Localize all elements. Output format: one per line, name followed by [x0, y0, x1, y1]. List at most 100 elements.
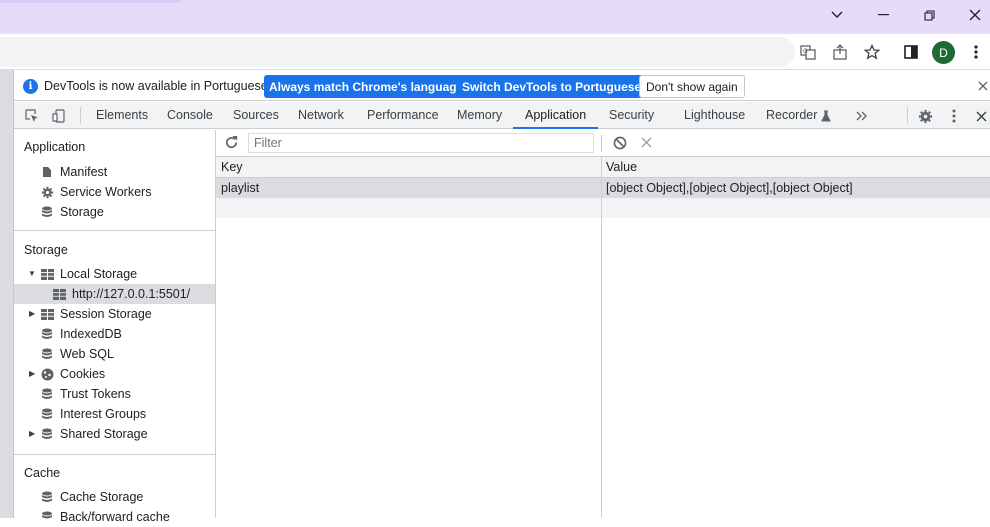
document-icon — [40, 165, 54, 179]
delete-selected-button[interactable] — [641, 137, 652, 148]
collapsed-arrow-icon[interactable]: ▶ — [29, 369, 37, 378]
info-icon: i — [23, 79, 38, 94]
sidebar-item-back-forward-cache[interactable]: Back/forward cache — [40, 507, 170, 527]
kebab-menu-icon — [974, 45, 978, 59]
share-button[interactable] — [828, 40, 852, 64]
sidebar-item-interest-groups[interactable]: Interest Groups — [40, 404, 146, 424]
tab-application[interactable]: Application — [513, 102, 599, 129]
sidebar-item-indexeddb[interactable]: IndexedDB — [40, 324, 122, 344]
always-match-language-button[interactable]: Always match Chrome's language — [264, 75, 469, 98]
close-devtools-button[interactable] — [972, 107, 990, 125]
tabbar-divider — [907, 107, 908, 124]
infobar-message: DevTools is now available in Portuguese! — [44, 79, 272, 93]
sidebar-item-label: Interest Groups — [60, 407, 147, 421]
table-row[interactable]: playlist [object Object],[object Object]… — [216, 178, 990, 198]
device-toolbar-button[interactable] — [50, 107, 68, 125]
sidebar-item-label: Session Storage — [60, 307, 152, 321]
inspect-icon — [25, 109, 38, 122]
tab-console[interactable]: Console — [167, 102, 213, 129]
sidebar-item-label: IndexedDB — [60, 327, 122, 341]
column-header-key[interactable]: Key — [221, 157, 243, 177]
sidebar-item-label: Cache Storage — [60, 490, 144, 504]
filter-input[interactable] — [248, 133, 594, 153]
profile-avatar[interactable]: D — [932, 41, 955, 64]
tab-security[interactable]: Security — [609, 102, 654, 129]
translate-icon: G — [800, 45, 816, 60]
devtools-settings-button[interactable] — [916, 107, 934, 125]
sidebar-item-cache-storage[interactable]: Cache Storage — [40, 487, 143, 507]
close-icon — [978, 81, 988, 91]
share-icon — [833, 44, 847, 60]
sidebar-item-local-origin[interactable]: http://127.0.0.1:5501/ — [14, 284, 215, 304]
empty-table-row[interactable] — [216, 198, 990, 218]
gear-icon — [40, 185, 54, 199]
sidebar-item-label: Service Workers — [60, 185, 152, 199]
sidebar-item-local-storage[interactable]: Local Storage — [40, 264, 137, 284]
browser-menu-button[interactable] — [964, 40, 988, 64]
minimize-icon — [877, 14, 889, 16]
database-icon — [40, 427, 54, 441]
column-divider — [601, 157, 602, 518]
gear-icon — [918, 109, 932, 123]
restore-button[interactable] — [906, 0, 952, 30]
bookmark-button[interactable] — [860, 40, 884, 64]
collapsed-arrow-icon[interactable]: ▶ — [29, 429, 37, 438]
tab-memory[interactable]: Memory — [457, 102, 502, 129]
sidebar-item-cookies[interactable]: Cookies — [40, 364, 105, 384]
table-icon — [40, 267, 54, 281]
sidebar-item-shared-storage[interactable]: Shared Storage — [40, 424, 148, 444]
row-key-cell[interactable]: playlist — [221, 178, 259, 198]
more-tabs-button[interactable] — [853, 107, 871, 125]
collapsed-arrow-icon[interactable]: ▶ — [29, 309, 37, 318]
switch-to-portuguese-button[interactable]: Switch DevTools to Portuguese — [457, 75, 647, 98]
devtools-menu-button[interactable] — [945, 107, 963, 125]
inspect-element-button[interactable] — [23, 107, 41, 125]
sidebar-item-storage-overview[interactable]: Storage — [40, 202, 104, 222]
kebab-menu-icon — [952, 109, 956, 123]
svg-text:G: G — [803, 48, 808, 55]
translate-button[interactable]: G — [796, 40, 820, 64]
sidebar-item-trust-tokens[interactable]: Trust Tokens — [40, 384, 131, 404]
table-icon — [40, 307, 54, 321]
sidebar-item-label: Cookies — [60, 367, 106, 381]
database-icon — [40, 407, 54, 421]
clear-all-button[interactable] — [613, 136, 627, 150]
column-header-value[interactable]: Value — [606, 157, 637, 177]
dont-show-again-button[interactable]: Don't show again — [639, 75, 745, 98]
minimize-button[interactable] — [860, 0, 906, 30]
close-icon — [976, 111, 986, 121]
database-icon — [40, 347, 54, 361]
tab-performance[interactable]: Performance — [367, 102, 439, 129]
grid-header: Key Value — [216, 157, 990, 178]
section-divider — [14, 454, 215, 455]
tab-elements[interactable]: Elements — [96, 102, 148, 129]
close-icon — [641, 137, 652, 148]
database-icon — [40, 327, 54, 341]
tab-recorder[interactable]: Recorder — [766, 102, 817, 129]
expanded-arrow-icon[interactable]: ▼ — [28, 269, 36, 278]
tabbar-divider — [80, 107, 81, 124]
infobar-close-button[interactable] — [978, 77, 988, 91]
page-viewport-edge — [0, 70, 14, 518]
star-icon — [864, 44, 880, 60]
sidebar-item-label: Manifest — [60, 165, 108, 179]
double-chevron-right-icon — [856, 111, 867, 121]
tab-sources[interactable]: Sources — [233, 102, 279, 129]
side-panel-button[interactable] — [899, 40, 923, 64]
tab-network[interactable]: Network — [298, 102, 344, 129]
section-divider — [14, 230, 215, 231]
tab-lighthouse[interactable]: Lighthouse — [684, 102, 745, 129]
row-value-cell[interactable]: [object Object],[object Object],[object … — [606, 178, 853, 198]
side-panel-icon — [904, 45, 918, 59]
sidebar-item-manifest[interactable]: Manifest — [40, 162, 107, 182]
sidebar-item-web-sql[interactable]: Web SQL — [40, 344, 114, 364]
omnibox[interactable] — [0, 37, 795, 67]
refresh-button[interactable] — [224, 135, 239, 150]
sidebar-item-service-workers[interactable]: Service Workers — [40, 182, 151, 202]
sidebar-item-session-storage[interactable]: Session Storage — [40, 304, 152, 324]
tab-search-button[interactable] — [814, 0, 860, 30]
close-window-button[interactable] — [952, 0, 990, 30]
database-icon — [40, 490, 54, 504]
section-title-cache: Cache — [24, 466, 61, 480]
section-title-application: Application — [24, 140, 86, 154]
